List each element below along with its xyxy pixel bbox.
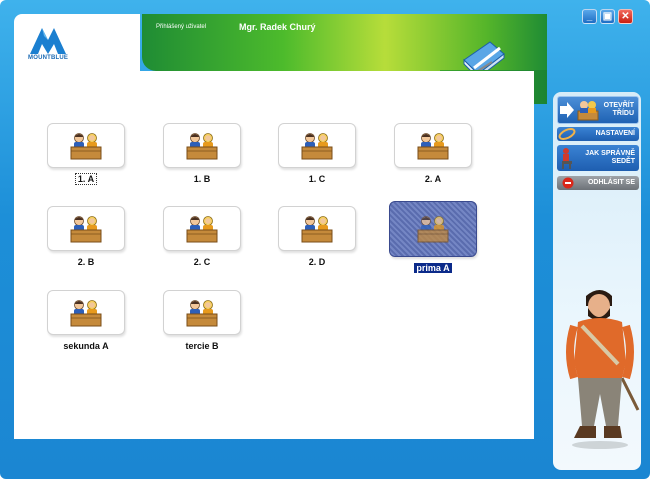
stop-icon (557, 176, 579, 190)
key-icon (557, 127, 579, 141)
classroom-desk-icon (186, 215, 218, 242)
class-name-text: 1. B (193, 174, 211, 184)
class-name: 2. C (163, 257, 241, 267)
classroom-desk-icon (70, 215, 102, 242)
class-tile[interactable] (163, 290, 241, 335)
class-name: 1. A (47, 173, 125, 185)
logout-label: ODHLÁSIT SE (587, 179, 635, 186)
class-name: 2. B (47, 257, 125, 267)
class-name-text: 1. C (308, 174, 326, 184)
class-item[interactable]: sekunda A (47, 290, 125, 351)
header-bar: Přihlášený uživatel Mgr. Radek Churý (142, 14, 547, 80)
logged-user-label: Přihlášený uživatel (156, 24, 207, 30)
logout-button[interactable]: ODHLÁSIT SE (557, 176, 639, 190)
logo-text: MOUNTBLUE (28, 55, 69, 61)
how-to-sit-label: JAK SPRÁVNĚ SEDĚT (579, 150, 639, 166)
class-item[interactable]: prima A (389, 201, 477, 273)
class-name: sekunda A (47, 341, 125, 351)
classroom-desk-icon (417, 132, 449, 159)
classroom-desk-icon (186, 299, 218, 326)
class-item[interactable]: 1. C (278, 123, 356, 184)
mountaineer-mascot-icon (566, 290, 640, 449)
close-button[interactable]: ✕ (618, 9, 633, 24)
class-name-text: 2. A (424, 174, 442, 184)
class-name-text: prima A (414, 263, 452, 273)
minimize-button[interactable]: _ (582, 9, 597, 24)
class-item[interactable]: tercie B (163, 290, 241, 351)
class-name-text: 2. D (308, 257, 326, 267)
class-name-text: tercie B (185, 341, 219, 351)
class-item[interactable]: 1. B (163, 123, 241, 184)
class-tile[interactable] (278, 206, 356, 251)
class-name: 2. D (278, 257, 356, 267)
content-top (140, 71, 440, 104)
mountblue-logo-icon (30, 28, 66, 54)
class-name: prima A (394, 263, 472, 273)
class-tile[interactable] (47, 206, 125, 251)
class-tile[interactable] (163, 206, 241, 251)
logo-area: MOUNTBLUE (14, 14, 140, 71)
classroom-desk-icon (301, 132, 333, 159)
class-tile[interactable] (278, 123, 356, 168)
classroom-desk-icon (301, 215, 333, 242)
classroom-desk-icon (186, 132, 218, 159)
classroom-desk-icon (70, 299, 102, 326)
class-name-text: 2. B (77, 257, 95, 267)
open-class-button[interactable]: OTEVŘÍT TŘÍDU (557, 96, 639, 124)
open-class-label-line1: OTEVŘÍT (603, 102, 634, 109)
settings-button[interactable]: NASTAVENÍ (557, 127, 639, 141)
person-chair-icon (557, 146, 579, 170)
class-item[interactable]: 2. B (47, 206, 125, 267)
how-to-sit-button[interactable]: JAK SPRÁVNĚ SEDĚT (557, 145, 639, 171)
class-name: 2. A (394, 174, 472, 184)
class-item[interactable]: 2. D (278, 206, 356, 267)
class-tile[interactable] (394, 123, 472, 168)
class-tile[interactable] (47, 123, 125, 168)
class-tile[interactable] (389, 201, 477, 257)
open-class-label-line2: TŘÍDU (612, 110, 634, 117)
class-item[interactable]: 1. A (47, 123, 125, 185)
how-to-sit-label-line1: JAK SPRÁVNĚ (585, 150, 635, 157)
class-name-text: sekunda A (63, 341, 109, 351)
classroom-desk-icon (70, 132, 102, 159)
class-tile[interactable] (163, 123, 241, 168)
arrow-classroom-icon (558, 97, 600, 123)
class-item[interactable]: 2. C (163, 206, 241, 267)
logged-user-name: Mgr. Radek Churý (239, 22, 316, 32)
class-name: tercie B (163, 341, 241, 351)
settings-label: NASTAVENÍ (595, 130, 635, 137)
class-name: 1. C (278, 174, 356, 184)
class-name-text: 1. A (74, 173, 98, 185)
open-class-label: OTEVŘÍT TŘÍDU (600, 102, 638, 118)
class-item[interactable]: 2. A (394, 123, 472, 184)
app-window: MOUNTBLUE Přihlášený uživatel Mgr. Radek… (0, 0, 650, 479)
classroom-desk-icon (417, 216, 449, 243)
class-name-text: 2. C (193, 257, 211, 267)
class-name: 1. B (163, 174, 241, 184)
how-to-sit-label-line2: SEDĚT (611, 158, 635, 165)
class-tile[interactable] (47, 290, 125, 335)
window-controls: _ ▣ ✕ (582, 9, 633, 24)
maximize-button[interactable]: ▣ (600, 9, 615, 24)
